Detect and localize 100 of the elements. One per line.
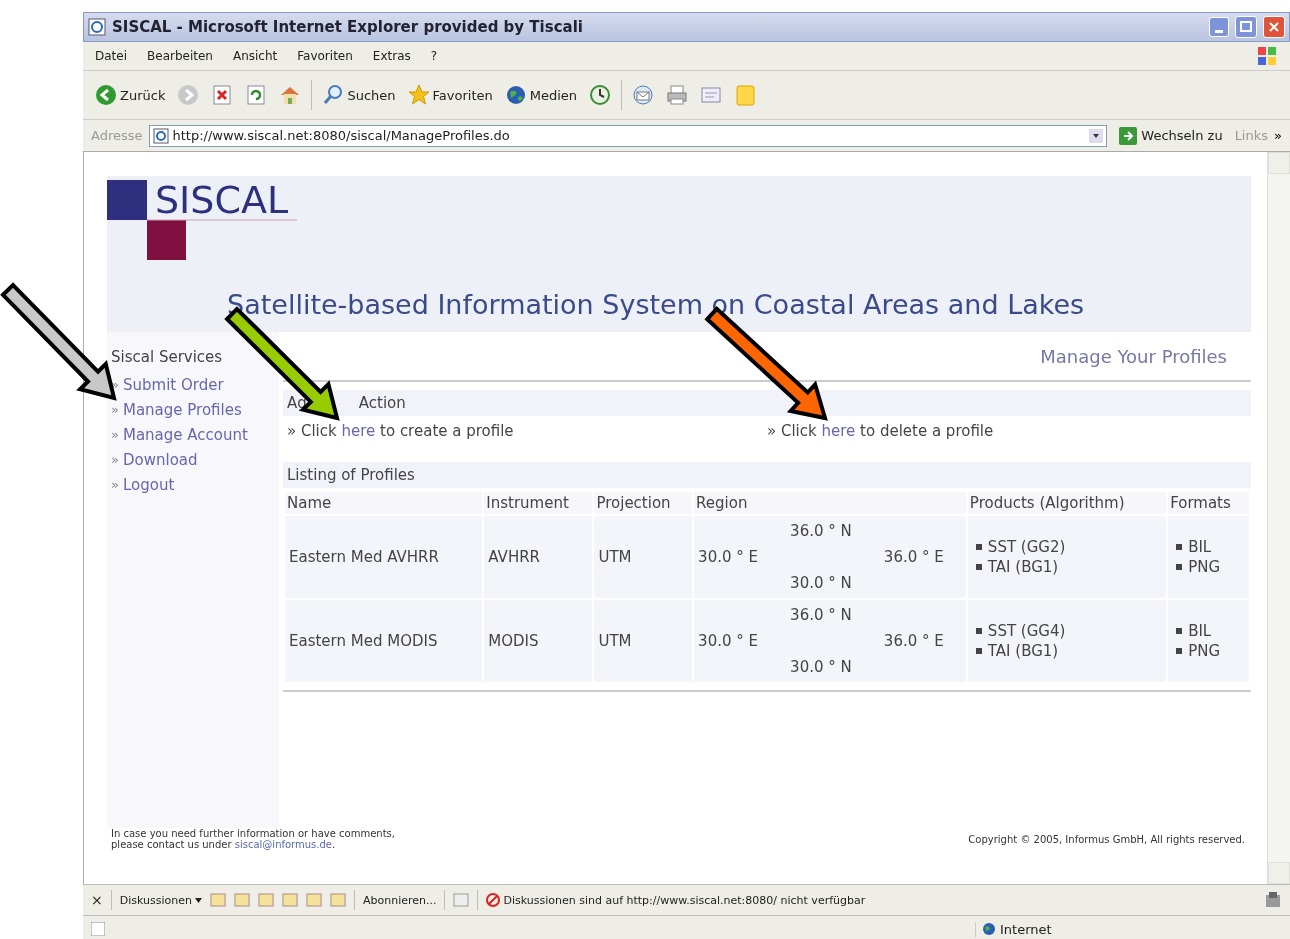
printer-icon	[666, 84, 689, 106]
bullet-icon	[975, 628, 982, 634]
table-cell: UTM	[594, 516, 693, 598]
scrollbar[interactable]	[1267, 152, 1290, 884]
menu-item[interactable]: Favoriten	[297, 49, 353, 63]
globe-icon	[982, 922, 996, 936]
table-cell: Eastern Med AVHRR	[285, 516, 483, 598]
table-cell: Eastern Med MODIS	[285, 600, 483, 682]
security-zone: Internet	[1000, 921, 1052, 937]
sidebar-link[interactable]: Download	[122, 450, 198, 469]
footer-text: please contact us under siscal@informus.de.	[111, 839, 337, 850]
document-icon	[700, 84, 723, 106]
status-message: Diskussionen sind auf http://www.siscal.net:8080/ nicht verfügbar	[503, 893, 866, 907]
document-icon	[305, 892, 322, 908]
action-text: » Click here to create a profile	[287, 422, 515, 440]
region-value: 36.0 ° E	[883, 632, 945, 650]
search-button[interactable]: Suchen	[320, 82, 398, 108]
column-header: Instrument	[484, 492, 593, 514]
refresh-icon	[245, 84, 268, 106]
list-item: TAI (BG1)	[987, 641, 1059, 661]
note-icon	[734, 84, 757, 106]
column-header: Formats	[1168, 492, 1249, 514]
go-button[interactable]: Wechseln zu	[1113, 125, 1229, 146]
sidebar-link[interactable]: Manage Account	[122, 425, 248, 444]
bullet-icon	[1176, 628, 1183, 634]
list-item: PNG	[1188, 641, 1221, 661]
maximize-button[interactable]	[1235, 16, 1257, 38]
back-icon	[95, 84, 117, 106]
bullet-icon	[1176, 564, 1183, 570]
bullet-icon: »	[111, 427, 119, 442]
menu-item[interactable]: Datei	[95, 49, 127, 63]
blocked-icon	[486, 893, 501, 907]
menu-item[interactable]: Ansicht	[232, 49, 278, 63]
back-button[interactable]: Zurück	[93, 82, 168, 108]
mail-icon	[632, 84, 655, 106]
address-label: Adresse	[91, 128, 143, 143]
table-cell: UTM	[594, 600, 693, 682]
bullet-icon	[1176, 544, 1183, 550]
favorites-button[interactable]: Favoriten	[405, 82, 495, 108]
column-header: Name	[285, 492, 483, 514]
sidebar-link[interactable]: Logout	[122, 475, 175, 494]
action-text: » Click here to delete a profile	[767, 422, 995, 440]
footer-text: In case you need further information or have comments,	[111, 828, 395, 839]
document-icon	[281, 892, 298, 908]
page-icon	[152, 127, 169, 144]
list-item: BIL	[1188, 537, 1212, 557]
history-icon	[589, 84, 612, 106]
list-item: SST (GG2)	[987, 537, 1066, 557]
caret-icon	[194, 897, 202, 903]
copyright-text: Copyright © 2005, Informus GmbH, All rights reserved.	[968, 833, 1245, 845]
panel-icon	[453, 892, 470, 908]
region-value: 36.0 ° N	[790, 606, 853, 624]
bullet-icon	[975, 564, 982, 570]
column-header: Projection	[594, 492, 693, 514]
section-heading: Action	[358, 394, 406, 412]
menu-item[interactable]: Bearbeiten	[147, 49, 213, 63]
region-value: 36.0 ° E	[883, 548, 945, 566]
region-value: 30.0 ° N	[790, 658, 853, 676]
list-item: SST (GG4)	[987, 621, 1066, 641]
minimize-button[interactable]	[1209, 17, 1229, 37]
page-icon	[91, 922, 105, 936]
bullet-icon	[975, 648, 982, 654]
stop-icon	[211, 84, 234, 106]
table-cell: AVHRR	[484, 516, 593, 598]
address-field[interactable]: http://www.siscal.net:8080/siscal/ManageProfiles.do	[148, 124, 1108, 147]
go-icon	[1119, 126, 1138, 145]
document-icon	[233, 892, 250, 908]
media-button[interactable]: Medien	[502, 82, 580, 108]
list-item: PNG	[1188, 557, 1221, 577]
list-item: TAI (BG1)	[987, 557, 1059, 577]
bullet-icon	[1176, 648, 1183, 654]
column-header: Region	[694, 492, 966, 514]
search-icon	[322, 84, 345, 106]
globe-icon	[504, 84, 527, 106]
email-link[interactable]: siscal@informus.de	[234, 839, 332, 850]
bullet-icon	[975, 544, 982, 550]
chevron-icon[interactable]: »	[1274, 128, 1282, 143]
menu-item[interactable]: Extras	[372, 49, 411, 63]
windows-logo-icon	[1256, 45, 1278, 67]
bullet-icon: »	[111, 402, 119, 417]
close-icon	[1267, 20, 1281, 34]
network-icon	[1264, 891, 1282, 909]
subscribe-button[interactable]: Abonnieren...	[362, 893, 437, 907]
bullet-icon: »	[111, 452, 119, 467]
sidebar-link[interactable]: Manage Profiles	[122, 400, 242, 419]
document-icon	[209, 892, 226, 908]
menu-item[interactable]: ?	[430, 49, 438, 63]
discussions-menu[interactable]: Diskussionen	[119, 893, 202, 907]
sidebar-heading: Siscal Services	[110, 347, 224, 368]
region-value: 30.0 ° N	[790, 574, 853, 592]
here-link[interactable]: here	[821, 422, 856, 440]
region-value: 30.0 ° E	[698, 548, 760, 566]
here-link[interactable]: here	[341, 422, 376, 440]
forward-icon	[177, 84, 200, 106]
table-cell: MODIS	[484, 600, 593, 682]
document-icon	[329, 892, 346, 908]
close-button[interactable]	[1263, 16, 1285, 38]
sidebar-link[interactable]: Submit Order	[122, 375, 224, 394]
logo-text: SISCAL	[155, 178, 289, 222]
close-button[interactable]: ×	[91, 892, 103, 908]
